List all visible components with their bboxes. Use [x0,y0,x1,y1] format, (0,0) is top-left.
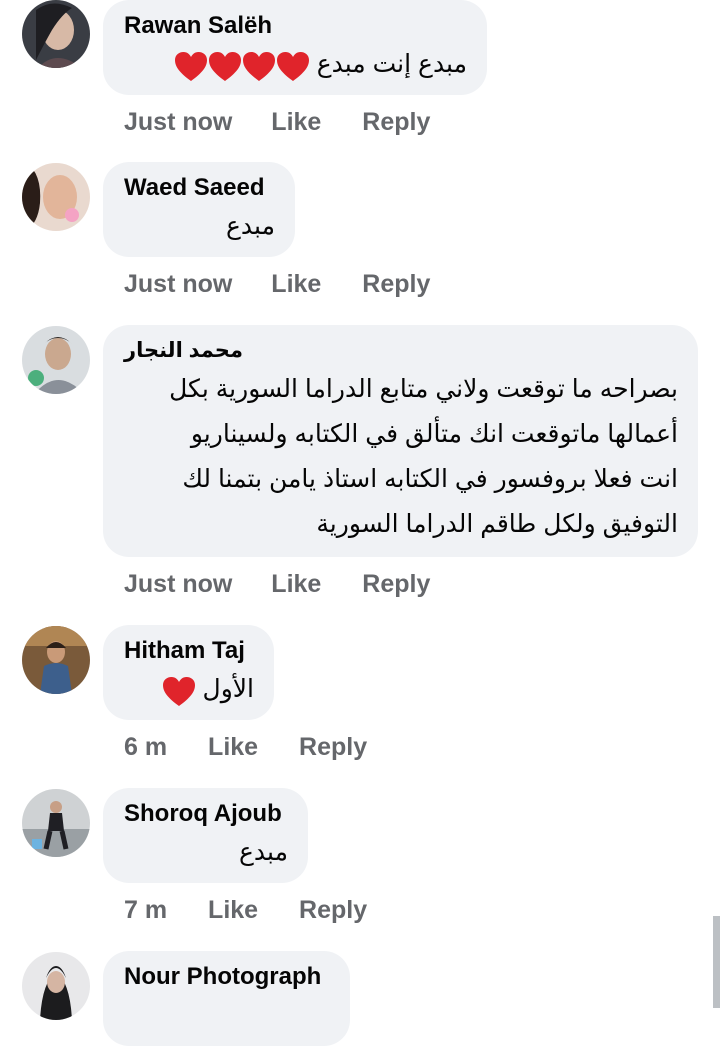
heart-icon [242,51,275,81]
comment-timestamp[interactable]: 6 m [124,733,167,762]
comment-actions: Just now Like Reply [124,108,430,137]
comment-bubble: محمد النجار بصراحه ما توقعت ولاني متابع … [103,325,698,557]
comment-author[interactable]: Hitham Taj [124,635,254,667]
comment-actions: Just now Like Reply [124,270,430,299]
avatar[interactable] [22,326,90,394]
comment-text-line: انت فعلا بروفسور في الكتابه استاذ يامن ب… [182,465,678,493]
comment-text: بصراحه ما توقعت ولاني متابع الدراما السو… [124,367,678,547]
comment-text-line: التوفيق ولكل طاقم الدراما السورية [316,510,678,538]
reply-button[interactable]: Reply [299,733,367,762]
comment-bubble: Rawan Salëh مبدع إنت مبدع [103,0,487,95]
comment-author[interactable]: Shoroq Ajoub [124,798,288,830]
reply-button[interactable]: Reply [362,108,430,137]
comment-actions: Just now Like Reply [124,570,430,599]
comment-text-content: الأول [202,675,254,703]
avatar[interactable] [22,626,90,694]
reply-button[interactable]: Reply [362,270,430,299]
comment-author[interactable]: Rawan Salëh [124,10,467,42]
comment-author[interactable]: Waed Saeed [124,172,275,204]
heart-icon [162,676,195,706]
reply-button[interactable]: Reply [299,896,367,925]
like-button[interactable]: Like [208,896,258,925]
comment-text: مبدع [239,838,288,866]
comment-text: مبدع إنت مبدع [124,42,467,87]
comment-text: مبدع [226,212,275,240]
heart-icon [276,51,309,81]
comment-text-line: أعمالها ماتوقعت انك متألق في الكتابه ولس… [190,420,678,448]
like-button[interactable]: Like [208,733,258,762]
comment-actions: 7 m Like Reply [124,896,367,925]
avatar[interactable] [22,789,90,857]
scrollbar[interactable] [713,916,720,1008]
like-button[interactable]: Like [271,108,321,137]
comment-timestamp[interactable]: Just now [124,270,232,299]
comment-text-line: بصراحه ما توقعت ولاني متابع الدراما السو… [169,375,678,403]
heart-emoji-group [174,43,310,87]
heart-icon [208,51,241,81]
comment-bubble: Shoroq Ajoub مبدع [103,788,308,883]
comment-timestamp[interactable]: Just now [124,570,232,599]
avatar[interactable] [22,0,90,68]
comment-timestamp[interactable]: 7 m [124,896,167,925]
avatar[interactable] [22,163,90,231]
heart-icon [174,51,207,81]
comment-author[interactable]: محمد النجار [124,335,678,367]
like-button[interactable]: Like [271,270,321,299]
reply-button[interactable]: Reply [362,570,430,599]
comment-text: الأول [124,667,254,712]
comment-actions: 6 m Like Reply [124,733,367,762]
like-button[interactable]: Like [271,570,321,599]
comment-bubble: Waed Saeed مبدع [103,162,295,257]
comment-timestamp[interactable]: Just now [124,108,232,137]
heart-emoji-group [162,668,196,712]
comment-author[interactable]: Nour Photograph [124,961,330,993]
comment-bubble: Nour Photograph [103,951,350,1046]
comment-bubble: Hitham Taj الأول [103,625,274,720]
comment-text-content: مبدع إنت مبدع [316,50,467,78]
avatar[interactable] [22,952,90,1020]
